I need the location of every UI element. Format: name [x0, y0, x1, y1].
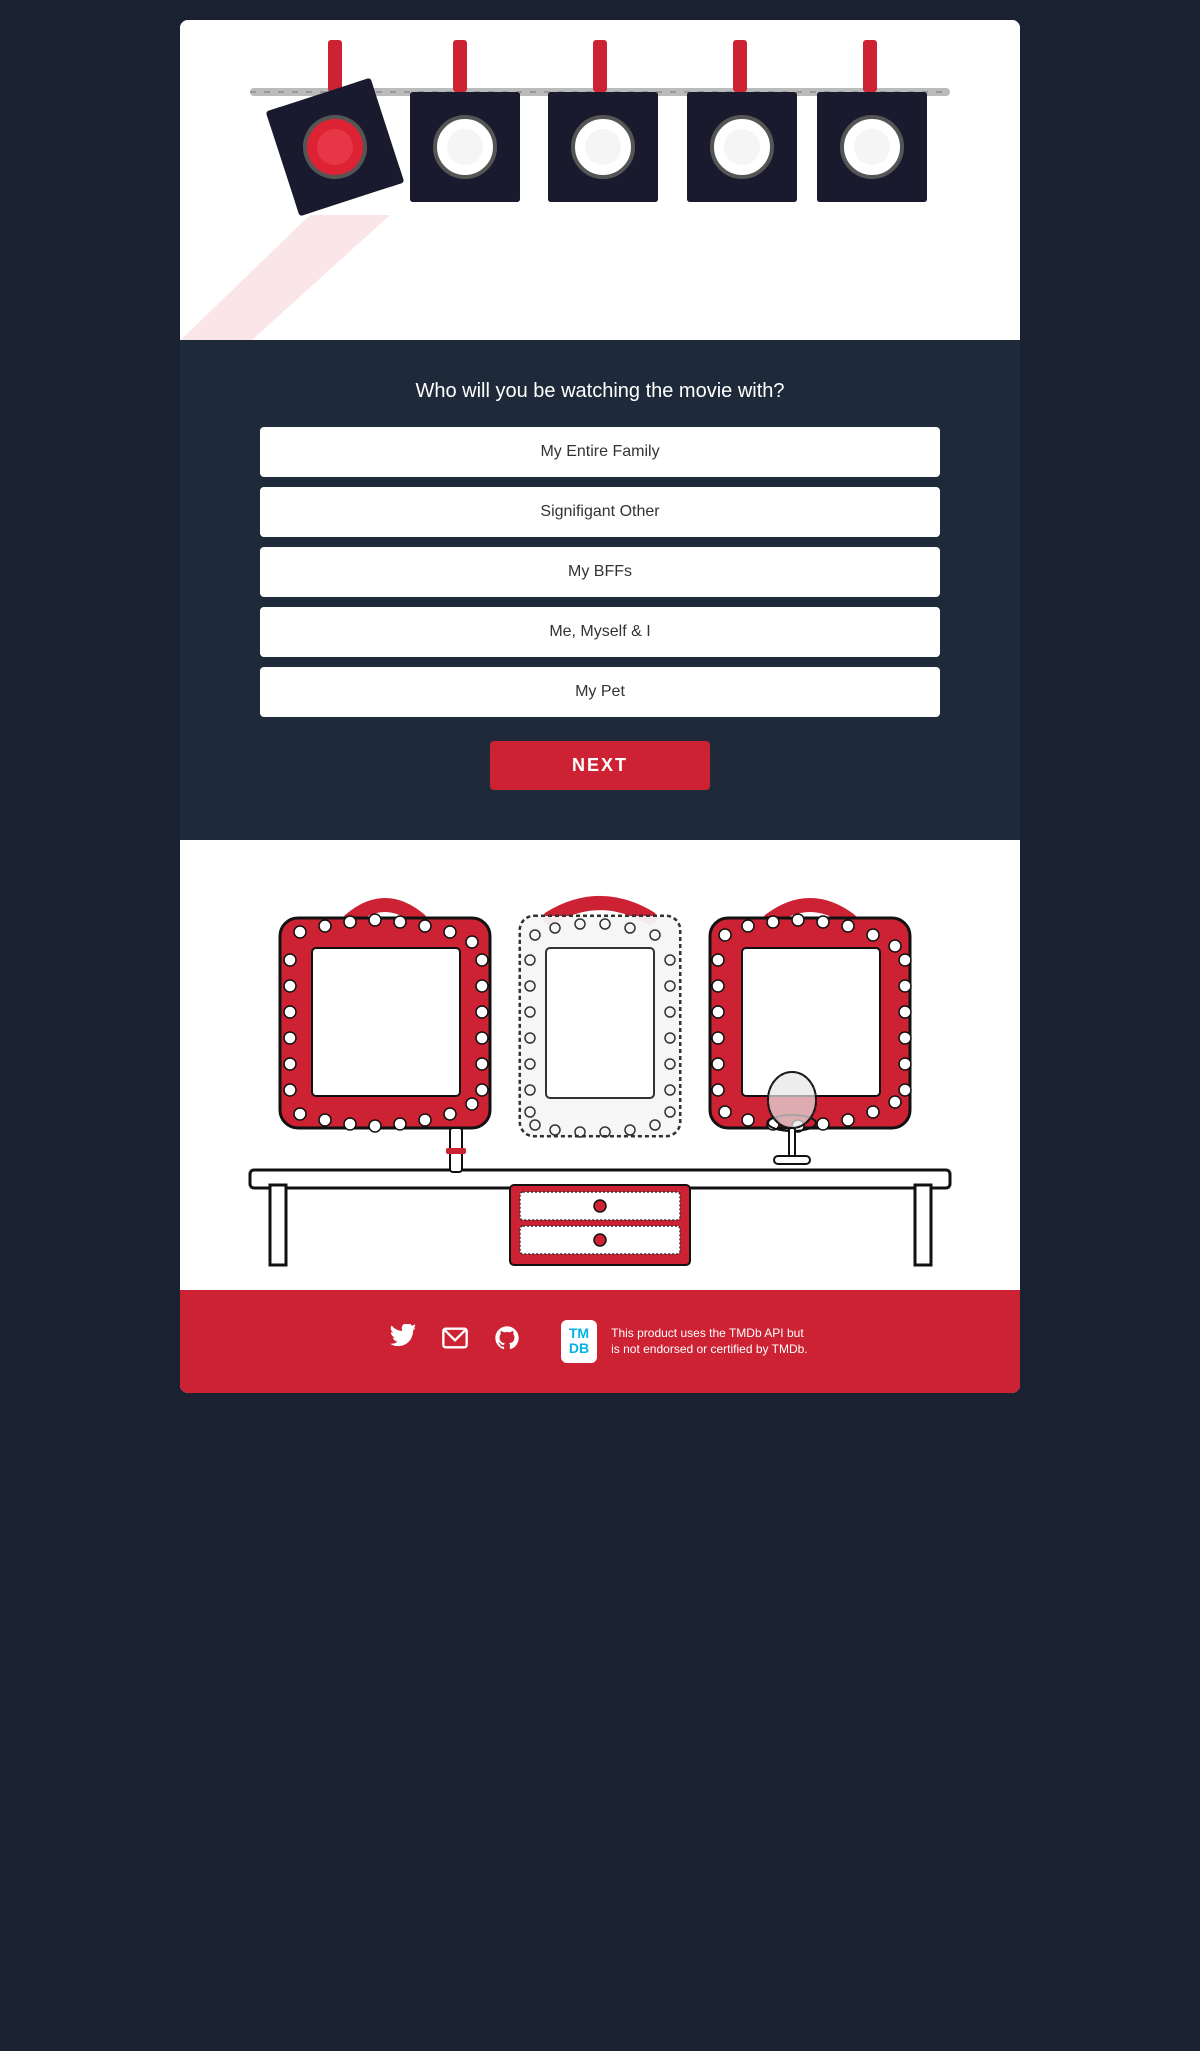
- option-family[interactable]: My Entire Family: [260, 427, 940, 477]
- footer-tmdb: TM DB This product uses the TMDb API but…: [561, 1320, 811, 1363]
- footer-icons: [389, 1324, 521, 1359]
- option-pet[interactable]: My Pet: [260, 667, 940, 717]
- tmdb-badge-line2: DB: [569, 1341, 589, 1356]
- next-button[interactable]: NEXT: [490, 741, 710, 790]
- quiz-question: Who will you be watching the movie with?: [260, 380, 940, 403]
- email-icon[interactable]: [441, 1324, 469, 1359]
- option-significant-other[interactable]: Signifigant Other: [260, 487, 940, 537]
- option-myself[interactable]: Me, Myself & I: [260, 607, 940, 657]
- tmdb-badge-line1: TM: [569, 1326, 589, 1341]
- page-wrapper: Who will you be watching the movie with?…: [180, 20, 1020, 1393]
- tmdb-badge: TM DB: [561, 1320, 597, 1363]
- vanity-svg: [220, 880, 980, 1270]
- spotlight-svg: [180, 20, 1020, 340]
- twitter-icon[interactable]: [389, 1324, 417, 1359]
- vanity-section: [180, 840, 1020, 1290]
- footer: TM DB This product uses the TMDb API but…: [180, 1290, 1020, 1393]
- quiz-options: My Entire Family Signifigant Other My BF…: [260, 427, 940, 717]
- spotlight-section: [180, 20, 1020, 340]
- quiz-section: Who will you be watching the movie with?…: [180, 340, 1020, 840]
- footer-text: This product uses the TMDb API but is no…: [611, 1325, 811, 1359]
- github-icon[interactable]: [493, 1324, 521, 1359]
- option-bffs[interactable]: My BFFs: [260, 547, 940, 597]
